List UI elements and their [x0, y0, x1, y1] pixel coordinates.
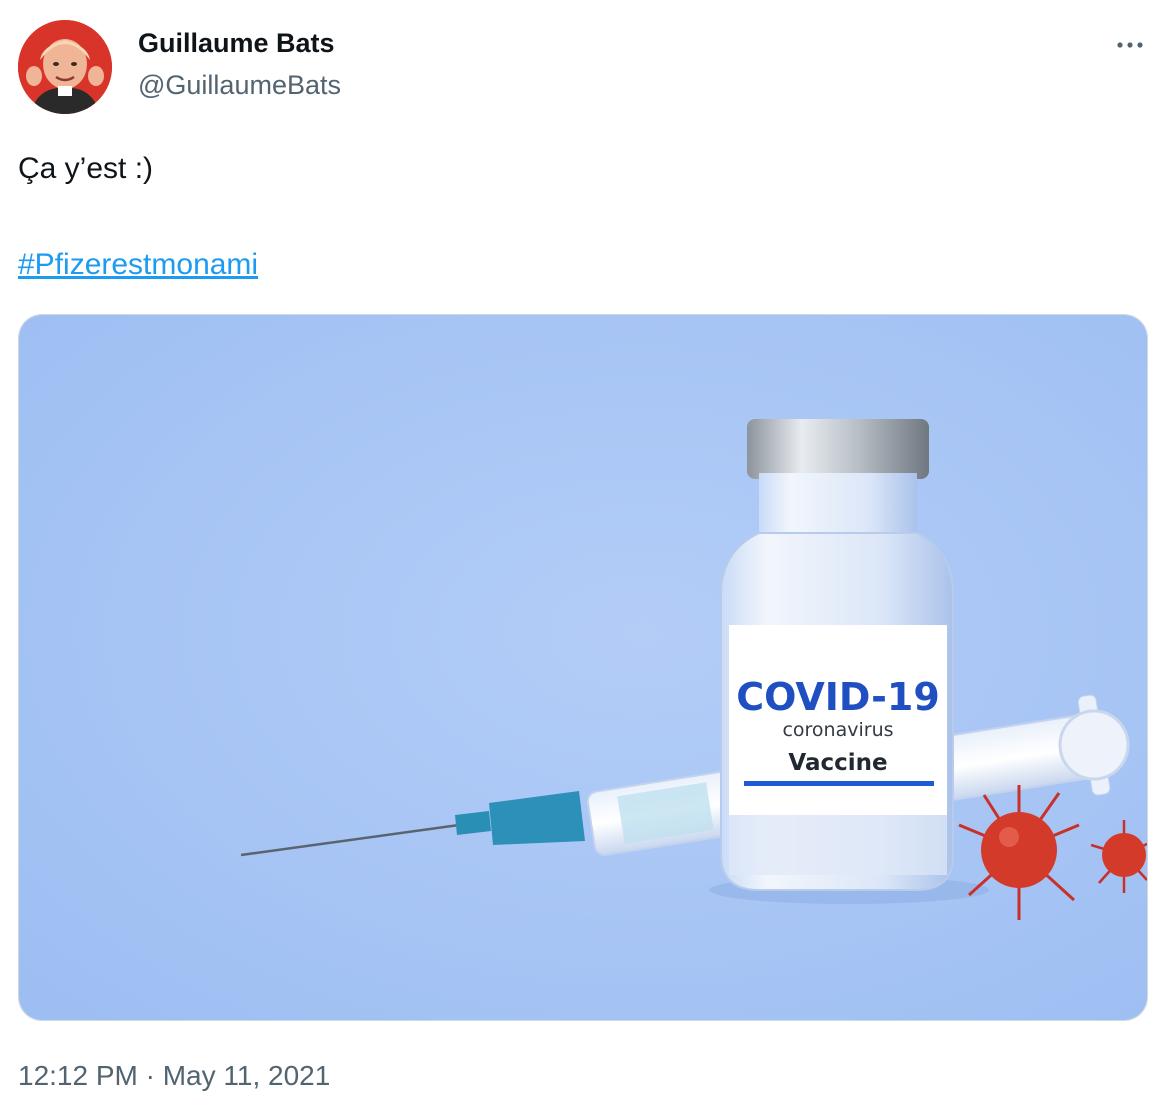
vial-label-title: COVID-19 — [736, 675, 940, 719]
more-options-button[interactable] — [1108, 30, 1152, 60]
more-horizontal-icon — [1117, 42, 1143, 48]
tweet-text: Ça y’est :) — [18, 152, 154, 185]
tweet-timestamp[interactable]: 12:12 PM · May 11, 2021 — [18, 1060, 330, 1092]
tweet-media-image[interactable]: COVID-19 coronavirus Vaccine — [18, 314, 1148, 1021]
author-handle[interactable]: @GuillaumeBats — [138, 70, 341, 101]
avatar-photo — [18, 20, 112, 114]
author-display-name[interactable]: Guillaume Bats — [138, 28, 335, 59]
vial-label-subtitle: coronavirus — [782, 719, 893, 741]
vaccine-illustration: COVID-19 coronavirus Vaccine — [19, 315, 1147, 1020]
hashtag-link[interactable]: #Pfizerestmonami — [18, 248, 258, 282]
vial-label-product: Vaccine — [788, 750, 887, 776]
author-avatar[interactable] — [18, 20, 112, 114]
